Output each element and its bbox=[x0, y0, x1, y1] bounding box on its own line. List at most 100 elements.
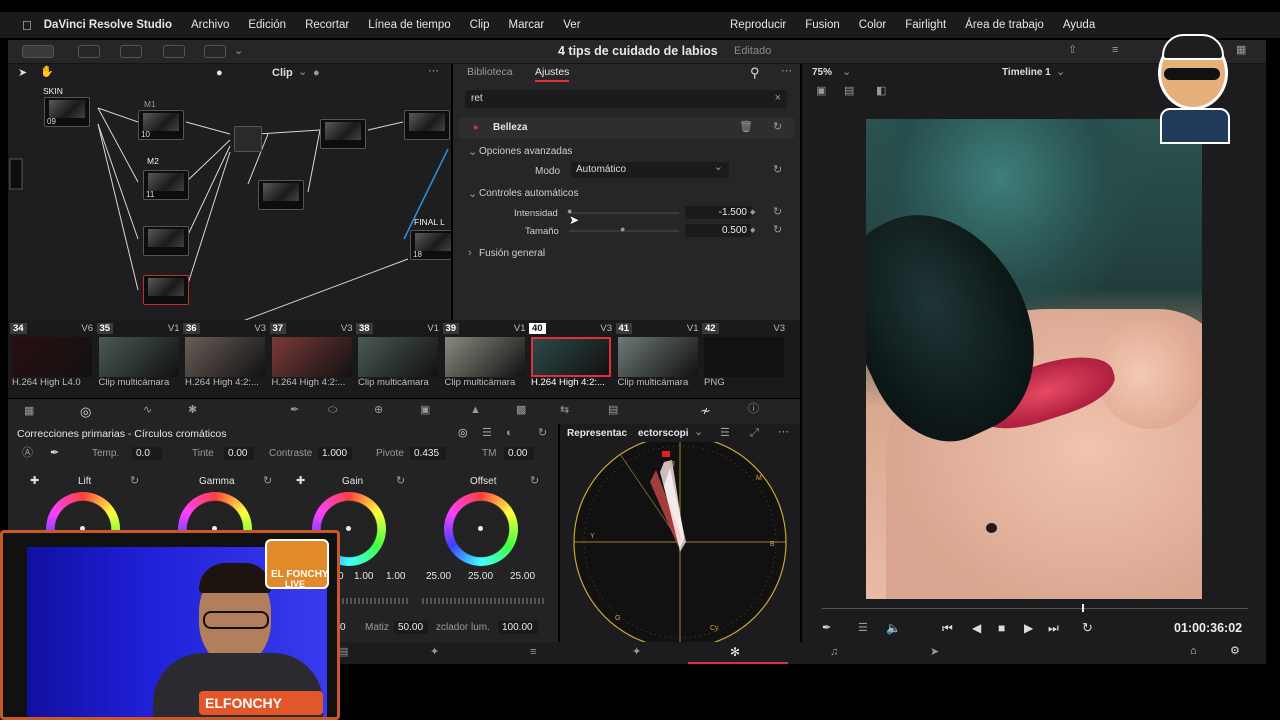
reset-icon[interactable]: ↻ bbox=[773, 225, 782, 236]
keyframe-icon[interactable]: ◆ bbox=[750, 209, 755, 216]
menu-color[interactable]: Color bbox=[859, 19, 886, 31]
offset-value-g[interactable]: 25.00 bbox=[468, 571, 493, 582]
node-09[interactable]: 09 bbox=[44, 97, 90, 127]
node-editor[interactable]: ➤ ✋ ● Clip ⌄ ● ⋯ SKIN 09 M1 10 M2 11 FIN… bbox=[8, 64, 451, 320]
gallery-toggle-button[interactable] bbox=[22, 45, 54, 58]
node-unnamed-c[interactable] bbox=[258, 180, 304, 210]
window-icon[interactable]: ⬭ bbox=[328, 405, 337, 416]
chevron-down-icon[interactable]: ⌄ bbox=[468, 147, 477, 158]
search-icon[interactable]: ⚲ bbox=[750, 66, 760, 79]
node-10[interactable]: 10 bbox=[138, 110, 184, 140]
share-icon[interactable]: ⇧ bbox=[1068, 45, 1077, 56]
gain-value-b[interactable]: 1.00 bbox=[386, 571, 405, 582]
reset-icon[interactable]: ↻ bbox=[773, 207, 782, 218]
apple-icon[interactable]:  bbox=[22, 19, 32, 32]
contrast-field[interactable]: 1.000 bbox=[318, 447, 352, 460]
picker-icon[interactable]: ✒ bbox=[50, 448, 59, 459]
skip-forward-icon[interactable]: ⏭ bbox=[1048, 622, 1059, 634]
menu-marcar[interactable]: Marcar bbox=[508, 19, 544, 31]
menu-linea-de-tiempo[interactable]: Línea de tiempo bbox=[368, 19, 450, 31]
clip-thumbnail[interactable]: 36 V3 H.264 High 4:2:... bbox=[183, 320, 269, 398]
page-color-icon[interactable]: ✻ bbox=[730, 646, 740, 658]
menu-area-de-trabajo[interactable]: Área de trabajo bbox=[965, 19, 1044, 31]
page-cut-icon[interactable]: ✦ bbox=[430, 647, 439, 658]
menu-app-name[interactable]: DaVinci Resolve Studio bbox=[44, 19, 172, 31]
layer-mixer-node[interactable] bbox=[234, 126, 262, 152]
pivot-field[interactable]: 0.435 bbox=[410, 447, 446, 460]
wipe-icon[interactable]: ◧ bbox=[876, 86, 886, 97]
lum-field[interactable]: 100.00 bbox=[498, 621, 538, 634]
stop-icon[interactable]: ■ bbox=[998, 622, 1005, 634]
clip-thumbnail[interactable]: 35 V1 Clip multicámara bbox=[96, 320, 183, 398]
menu-clip[interactable]: Clip bbox=[470, 19, 490, 31]
tracker-icon[interactable]: ⊕ bbox=[374, 405, 383, 416]
intensity-value-field[interactable]: -1.500 bbox=[685, 206, 751, 219]
chevron-down-icon[interactable]: ⌄ bbox=[842, 67, 851, 78]
info-icon[interactable]: ⓘ bbox=[748, 404, 759, 415]
loop-icon[interactable]: ↻ bbox=[1082, 621, 1093, 634]
offset-value-r[interactable]: 25.00 bbox=[426, 571, 451, 582]
blur-icon[interactable]: ▲ bbox=[470, 405, 481, 416]
menu-fairlight[interactable]: Fairlight bbox=[905, 19, 946, 31]
crosshair-icon[interactable]: ✚ bbox=[30, 476, 39, 487]
curves-icon[interactable]: ∿ bbox=[143, 405, 152, 416]
play-reverse-icon[interactable]: ◀ bbox=[972, 622, 981, 634]
media-toggle-button[interactable] bbox=[120, 45, 142, 58]
reset-icon[interactable]: ↻ bbox=[530, 476, 539, 487]
clip-thumbnail[interactable]: 41 V1 Clip multicámara bbox=[615, 320, 702, 398]
mode-select[interactable]: Automático ⌄ bbox=[571, 162, 729, 178]
page-fairlight-icon[interactable]: ♫ bbox=[830, 647, 838, 658]
playhead[interactable] bbox=[1082, 604, 1084, 612]
viewer-image[interactable] bbox=[866, 119, 1202, 599]
expand-icon[interactable]: ⤢ bbox=[750, 428, 759, 439]
palette-mode-icon[interactable]: ▦ bbox=[24, 406, 34, 417]
magic-mask-icon[interactable]: ▣ bbox=[420, 405, 430, 416]
matiz-field[interactable]: 50.00 bbox=[394, 621, 428, 634]
offset-value-b[interactable]: 25.00 bbox=[510, 571, 535, 582]
chevron-down-icon[interactable]: ⌄ bbox=[234, 46, 243, 57]
log-mode-icon[interactable]: ◐ bbox=[506, 428, 513, 439]
timeline-toggle-button[interactable] bbox=[204, 45, 226, 58]
clear-search-icon[interactable]: × bbox=[775, 93, 781, 104]
tint-field[interactable]: 0.00 bbox=[224, 447, 254, 460]
gain-jog[interactable] bbox=[338, 598, 410, 604]
trash-icon[interactable]: 🗑 bbox=[739, 122, 753, 133]
effect-toggle-icon[interactable]: ● bbox=[473, 123, 478, 132]
skip-back-icon[interactable]: ⏮ bbox=[942, 622, 953, 634]
section-advanced[interactable]: Opciones avanzadas bbox=[479, 146, 572, 157]
bars-mode-icon[interactable]: ☰ bbox=[482, 428, 492, 439]
scope-mode-select[interactable]: ectorscopi bbox=[638, 428, 689, 439]
tab-ajustes[interactable]: Ajustes bbox=[535, 66, 570, 82]
volume-icon[interactable]: 🔈 bbox=[886, 622, 901, 634]
layers-icon[interactable]: ☰ bbox=[858, 623, 868, 634]
reset-icon[interactable]: ↻ bbox=[396, 476, 405, 487]
section-blend[interactable]: Fusión general bbox=[479, 248, 545, 259]
key-icon[interactable]: ▩ bbox=[516, 405, 526, 416]
search-field[interactable]: ret × bbox=[465, 90, 787, 108]
scopes-icon[interactable]: ≁ bbox=[700, 404, 711, 417]
chevron-down-icon[interactable]: ⌄ bbox=[1056, 67, 1065, 78]
auto-balance-icon[interactable]: Ⓐ bbox=[22, 448, 33, 459]
chevron-right-icon[interactable]: › bbox=[468, 248, 472, 259]
node-11[interactable]: 11 bbox=[143, 170, 189, 200]
menu-recortar[interactable]: Recortar bbox=[305, 19, 349, 31]
reset-all-icon[interactable]: ↻ bbox=[538, 428, 547, 439]
scrubber-bar[interactable] bbox=[822, 608, 1248, 609]
warper-icon[interactable]: ✱ bbox=[188, 405, 197, 416]
lightbox-icon[interactable]: ≡ bbox=[1112, 45, 1118, 56]
split-view-icon[interactable]: ▤ bbox=[844, 86, 854, 97]
clip-thumbnail[interactable]: 42 V3 PNG bbox=[702, 320, 788, 398]
section-auto[interactable]: Controles automáticos bbox=[479, 188, 579, 199]
size-value-field[interactable]: 0.500 bbox=[685, 224, 751, 237]
clip-thumbnail[interactable]: 38 V1 Clip multicámara bbox=[356, 320, 442, 398]
clip-thumbnail[interactable]: 37 V3 H.264 High 4:2:... bbox=[269, 320, 356, 398]
menu-reproducir[interactable]: Reproducir bbox=[730, 19, 786, 31]
offset-jog[interactable] bbox=[422, 598, 544, 604]
crosshair-icon[interactable]: ✚ bbox=[296, 476, 305, 487]
node-unnamed-a[interactable] bbox=[143, 226, 189, 256]
tab-biblioteca[interactable]: Biblioteca bbox=[467, 66, 513, 78]
menu-edicion[interactable]: Edición bbox=[248, 19, 286, 31]
wheels-mode-icon[interactable]: ◎ bbox=[458, 428, 468, 439]
qualifier-icon[interactable]: ✒ bbox=[290, 405, 299, 416]
gain-value-g[interactable]: 1.00 bbox=[354, 571, 373, 582]
